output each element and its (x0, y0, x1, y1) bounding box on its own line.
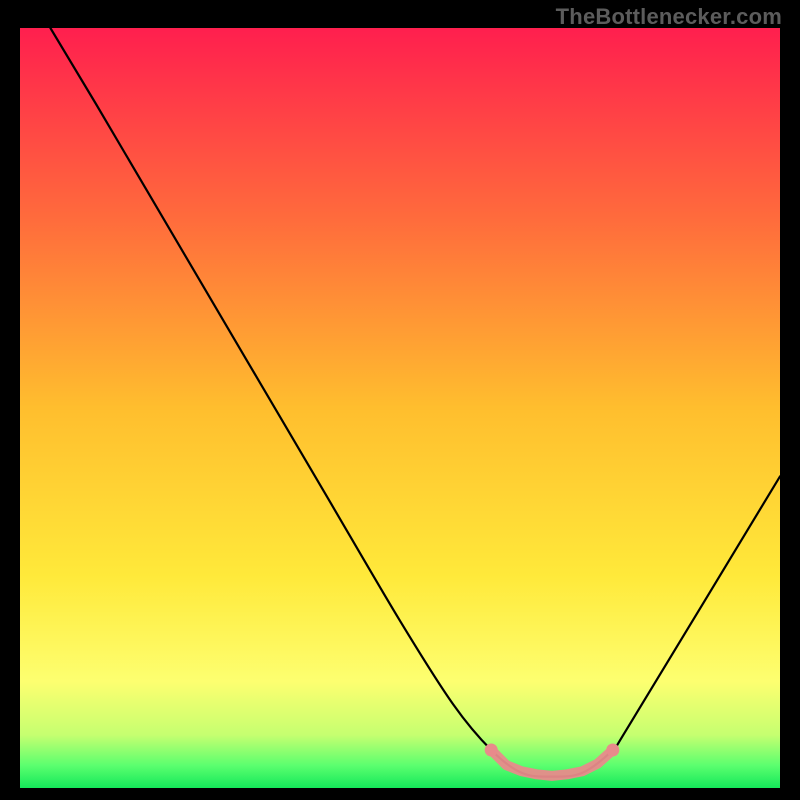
watermark-text: TheBottlenecker.com (556, 4, 782, 30)
curve-layer (20, 28, 780, 788)
curve-line (50, 28, 780, 777)
chart-container: TheBottlenecker.com (0, 0, 800, 800)
highlight-dots (485, 744, 620, 776)
plot-area (20, 28, 780, 788)
plot-frame (20, 28, 780, 788)
